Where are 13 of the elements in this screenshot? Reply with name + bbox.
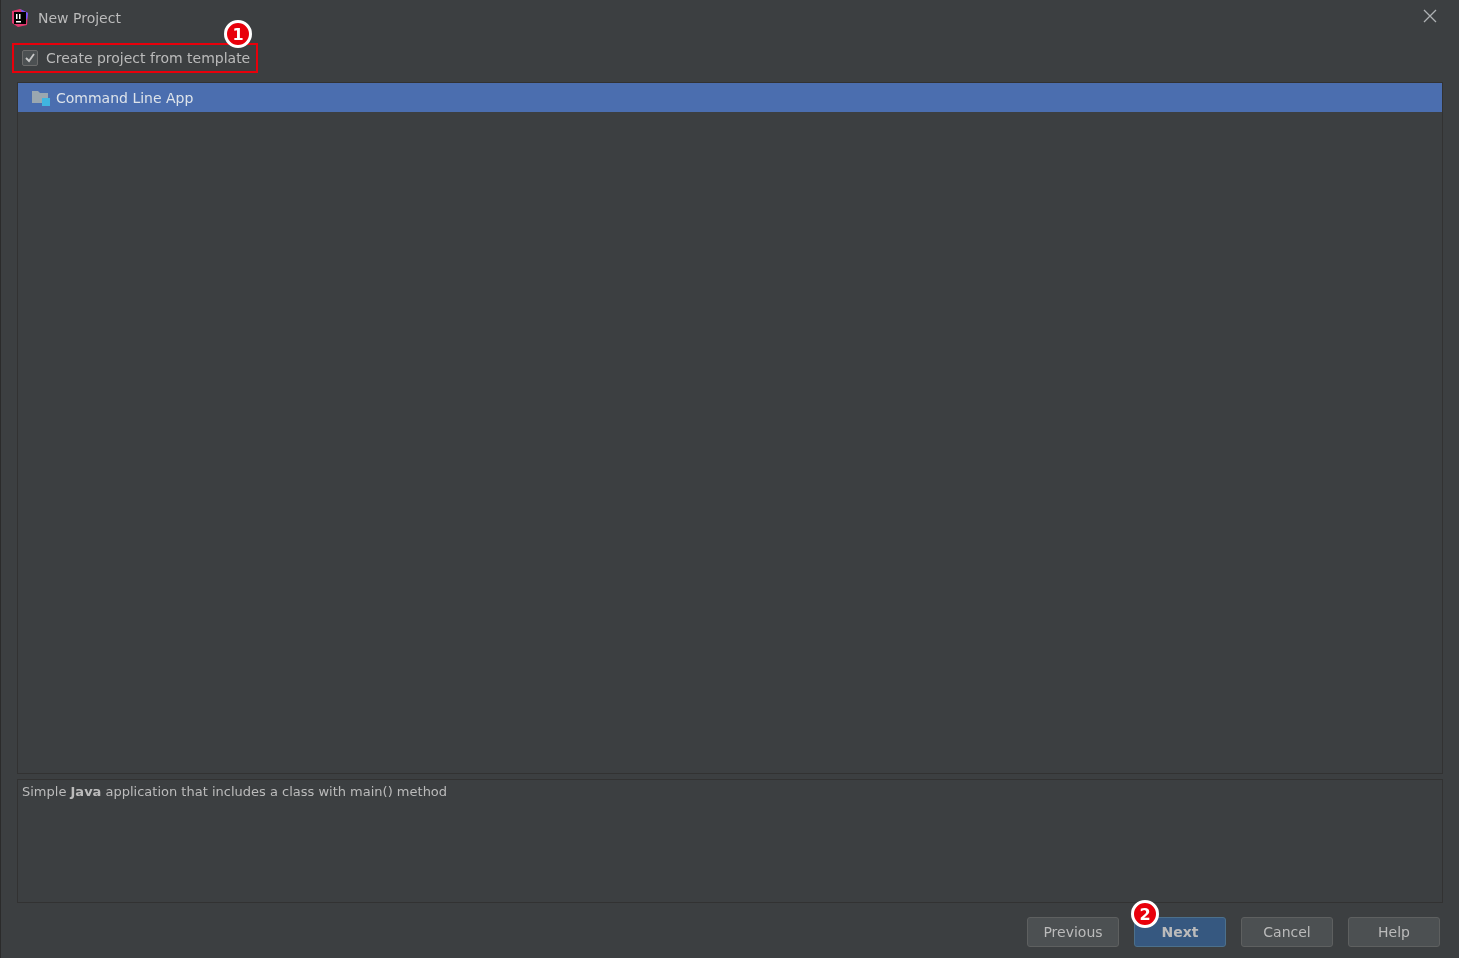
folder-icon <box>32 89 50 106</box>
callout-marker: 2 <box>1131 900 1159 928</box>
app-logo-icon <box>10 8 30 28</box>
template-checkbox[interactable]: Create project from template <box>12 43 259 73</box>
template-description: Simple Java application that includes a class with main() method <box>22 784 449 799</box>
dialog-button[interactable]: Help <box>1348 917 1440 947</box>
callout-marker: 1 <box>224 20 252 48</box>
close-icon[interactable] <box>1423 9 1437 23</box>
template-item[interactable]: Command Line App <box>18 83 1442 112</box>
dialog-button[interactable]: Cancel <box>1241 917 1333 947</box>
dialog-button[interactable]: Previous <box>1027 917 1119 947</box>
checkmark-icon <box>24 52 36 64</box>
window-title: New Project <box>38 10 121 26</box>
